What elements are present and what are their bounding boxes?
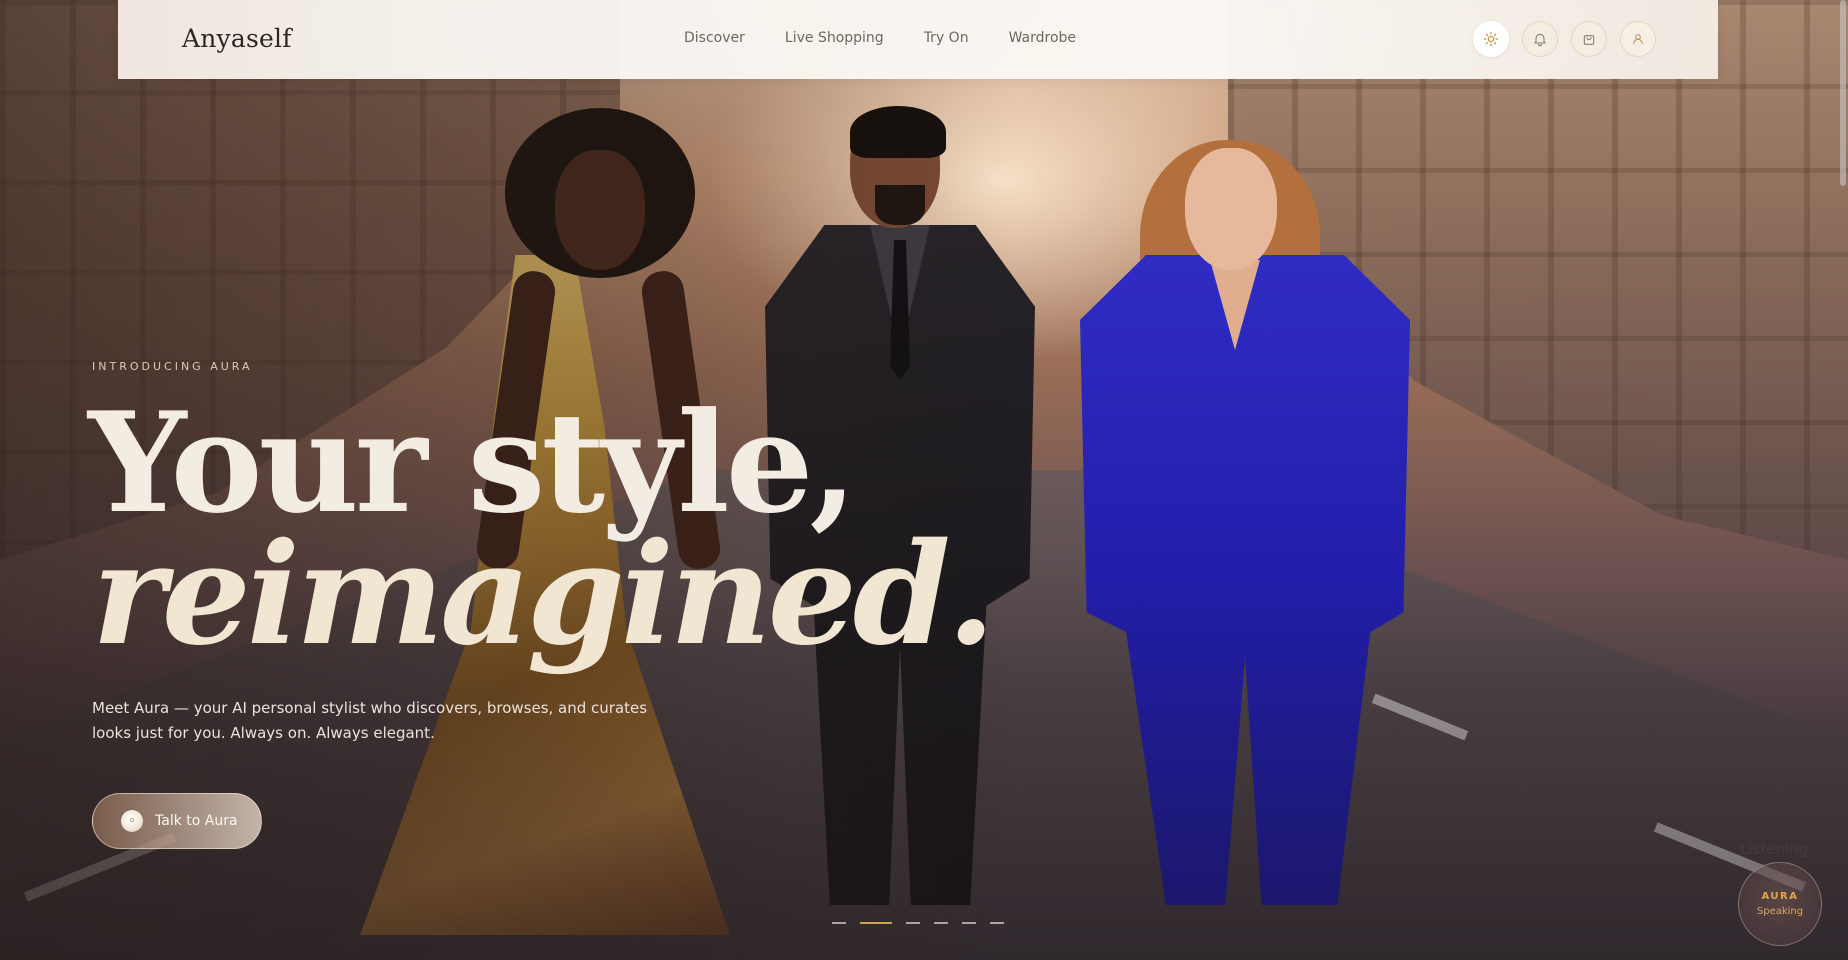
slide-indicator[interactable] bbox=[990, 922, 1004, 924]
slide-indicator[interactable] bbox=[906, 922, 920, 924]
primary-nav: Discover Live Shopping Try On Wardrobe bbox=[684, 30, 1076, 46]
nav-actions bbox=[1473, 21, 1656, 57]
shopping-bag-icon bbox=[1583, 35, 1595, 45]
top-navigation-bar: Anyaself Discover Live Shopping Try On W… bbox=[118, 0, 1718, 79]
hero-eyebrow: INTRODUCING AURA bbox=[92, 360, 253, 373]
slide-indicator[interactable] bbox=[962, 922, 976, 924]
brand-logo[interactable]: Anyaself bbox=[182, 24, 292, 53]
nav-link-discover[interactable]: Discover bbox=[684, 30, 745, 46]
notifications-button[interactable] bbox=[1522, 21, 1558, 57]
nav-link-live-shopping[interactable]: Live Shopping bbox=[785, 30, 884, 46]
bell-icon bbox=[1534, 33, 1546, 47]
cart-button[interactable] bbox=[1571, 21, 1607, 57]
slide-indicator[interactable] bbox=[934, 922, 948, 924]
aura-listening-label: Listening bbox=[1740, 840, 1809, 858]
aura-orb-icon bbox=[121, 810, 143, 832]
page-scrollbar[interactable] bbox=[1840, 0, 1846, 186]
nav-link-wardrobe[interactable]: Wardrobe bbox=[1009, 30, 1076, 46]
nav-link-try-on[interactable]: Try On bbox=[924, 30, 969, 46]
hero-subcopy: Meet Aura — your AI personal stylist who… bbox=[92, 699, 648, 742]
aura-voice-orb[interactable]: AURA Speaking bbox=[1738, 862, 1822, 946]
hero-headline-line2: reimagined. bbox=[92, 513, 995, 677]
aura-orb-name: AURA bbox=[1761, 891, 1799, 902]
slide-indicators bbox=[832, 922, 1004, 924]
sun-icon bbox=[1483, 31, 1499, 47]
talk-to-aura-button[interactable]: Talk to Aura bbox=[92, 793, 262, 849]
user-icon bbox=[1633, 34, 1643, 45]
theme-toggle-button[interactable] bbox=[1473, 21, 1509, 57]
mic-icon bbox=[129, 817, 135, 823]
slide-indicator[interactable] bbox=[832, 922, 846, 924]
slide-indicator-active[interactable] bbox=[860, 922, 892, 924]
profile-button[interactable] bbox=[1620, 21, 1656, 57]
talk-to-aura-label: Talk to Aura bbox=[155, 813, 238, 829]
aura-orb-status: Speaking bbox=[1756, 906, 1804, 917]
